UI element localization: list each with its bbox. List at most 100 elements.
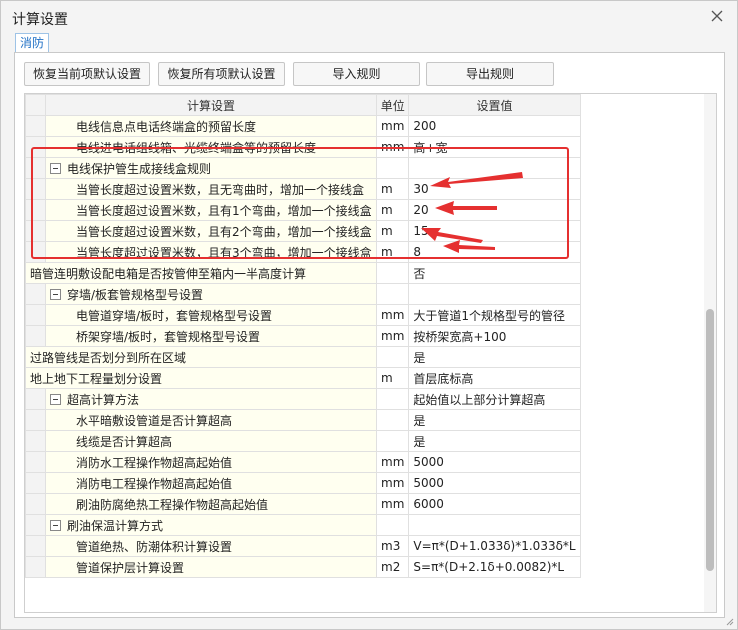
row-unit: mm	[375, 493, 410, 515]
table-row[interactable]: 地上地下工程量划分设置 m 首层底标高	[25, 367, 581, 389]
row-name: 管道保护层计算设置	[45, 556, 377, 578]
row-value[interactable]: 5000	[408, 472, 581, 494]
row-name: 管道绝热、防潮体积计算设置	[45, 535, 377, 557]
row-name: 刷油防腐绝热工程操作物超高起始值	[45, 493, 377, 515]
table-row-group[interactable]: 电线保护管生成接线盒规则	[25, 157, 581, 179]
table-row[interactable]: 管道绝热、防潮体积计算设置 m3 V=π*(D+1.033δ)*1.033δ*L	[25, 535, 581, 557]
row-value[interactable]: 15	[408, 220, 581, 242]
row-name: 地上地下工程量划分设置	[25, 367, 377, 389]
table-row[interactable]: 线缆是否计算超高 是	[25, 430, 581, 452]
row-value[interactable]: 大于管道1个规格型号的管径	[408, 304, 581, 326]
table-row[interactable]: 刷油防腐绝热工程操作物超高起始值 mm 6000	[25, 493, 581, 515]
row-unit: mm	[375, 115, 410, 137]
row-name: 当管长度超过设置米数，且无弯曲时，增加一个接线盒	[45, 178, 377, 200]
table-row[interactable]: 电管道穿墙/板时，套管规格型号设置 mm 大于管道1个规格型号的管径	[25, 304, 581, 326]
row-unit	[375, 262, 410, 284]
collapse-icon[interactable]	[50, 162, 61, 174]
settings-panel: 恢复当前项默认设置 恢复所有项默认设置 导入规则 导出规则 计算设置 单位 设置…	[14, 52, 725, 618]
row-group-label: 刷油保温计算方式	[67, 518, 164, 533]
close-button[interactable]	[709, 8, 725, 24]
tab-fire-protection[interactable]: 消防	[15, 33, 49, 52]
restore-all-default-button[interactable]: 恢复所有项默认设置	[158, 62, 285, 86]
row-value[interactable]: 8	[408, 241, 581, 263]
table-row[interactable]: 桥架穿墙/板时，套管规格型号设置 mm 按桥架宽高+100	[25, 325, 581, 347]
table-row[interactable]: 当管长度超过设置米数，且有1个弯曲，增加一个接线盒 m 20	[25, 199, 581, 221]
table-row[interactable]: 当管长度超过设置米数，且有2个弯曲，增加一个接线盒 m 15	[25, 220, 581, 242]
table-row[interactable]: 水平暗敷设管道是否计算超高 是	[25, 409, 581, 431]
row-unit	[375, 283, 410, 305]
row-name: 当管长度超过设置米数，且有3个弯曲，增加一个接线盒	[45, 241, 377, 263]
title-bar: 计算设置	[1, 1, 737, 31]
row-unit	[375, 388, 410, 410]
row-value[interactable]: 起始值以上部分计算超高	[408, 388, 581, 410]
row-value[interactable]: 是	[408, 346, 581, 368]
row-value[interactable]: 按桥架宽高+100	[408, 325, 581, 347]
table-row[interactable]: 电线进电话组线箱、光缆终端盒等的预留长度 mm 高+宽	[25, 136, 581, 158]
table-header-row: 计算设置 单位 设置值	[25, 94, 581, 116]
restore-current-default-button[interactable]: 恢复当前项默认设置	[24, 62, 150, 86]
column-header-unit: 单位	[375, 94, 410, 116]
table-row[interactable]: 暗管连明敷设配电箱是否按管伸至箱内一半高度计算 否	[25, 262, 581, 284]
row-unit: m2	[375, 556, 410, 578]
table-row[interactable]: 电线信息点电话终端盒的预留长度 mm 200	[25, 115, 581, 137]
table-row-group[interactable]: 穿墙/板套管规格型号设置	[25, 283, 581, 305]
row-unit: mm	[375, 451, 410, 473]
row-value[interactable]: 否	[408, 262, 581, 284]
row-name: 暗管连明敷设配电箱是否按管伸至箱内一半高度计算	[25, 262, 377, 284]
row-unit	[375, 409, 410, 431]
table-row[interactable]: 管道保护层计算设置 m2 S=π*(D+2.1δ+0.0082)*L	[25, 556, 581, 578]
row-unit	[375, 346, 410, 368]
row-value[interactable]: 6000	[408, 493, 581, 515]
collapse-icon[interactable]	[50, 288, 61, 300]
row-group-name: 刷油保温计算方式	[45, 514, 377, 536]
row-unit: m	[375, 199, 410, 221]
row-group-name: 穿墙/板套管规格型号设置	[45, 283, 377, 305]
table-row[interactable]: 消防水工程操作物超高起始值 mm 5000	[25, 451, 581, 473]
row-value[interactable]: 30	[408, 178, 581, 200]
row-value[interactable]: 5000	[408, 451, 581, 473]
row-value[interactable]: 是	[408, 430, 581, 452]
row-unit	[375, 157, 410, 179]
collapse-icon[interactable]	[50, 519, 61, 531]
column-header-value: 设置值	[408, 94, 581, 116]
row-group-label: 穿墙/板套管规格型号设置	[67, 287, 204, 302]
row-unit: m3	[375, 535, 410, 557]
row-value	[408, 157, 581, 179]
row-name: 当管长度超过设置米数，且有1个弯曲，增加一个接线盒	[45, 199, 377, 221]
row-value[interactable]: 高+宽	[408, 136, 581, 158]
row-value	[408, 514, 581, 536]
dialog-title: 计算设置	[12, 12, 68, 28]
table-row[interactable]: 当管长度超过设置米数，且无弯曲时，增加一个接线盒 m 30	[25, 178, 581, 200]
row-name: 电线信息点电话终端盒的预留长度	[45, 115, 377, 137]
row-name: 过路管线是否划分到所在区域	[25, 346, 377, 368]
row-group-name: 电线保护管生成接线盒规则	[45, 157, 377, 179]
table-row-group[interactable]: 刷油保温计算方式	[25, 514, 581, 536]
import-rules-button[interactable]: 导入规则	[293, 62, 420, 86]
export-rules-button[interactable]: 导出规则	[426, 62, 554, 86]
row-value[interactable]: 是	[408, 409, 581, 431]
settings-table: 计算设置 单位 设置值 电线信息点电话终端盒的预留长度 mm 200 电线进电话	[25, 94, 581, 578]
table-row-group[interactable]: 超高计算方法 起始值以上部分计算超高	[25, 388, 581, 410]
row-unit	[375, 430, 410, 452]
row-value	[408, 283, 581, 305]
row-name: 电线进电话组线箱、光缆终端盒等的预留长度	[45, 136, 377, 158]
row-name: 电管道穿墙/板时，套管规格型号设置	[45, 304, 377, 326]
table-row[interactable]: 当管长度超过设置米数，且有3个弯曲，增加一个接线盒 m 8	[25, 241, 581, 263]
row-name: 线缆是否计算超高	[45, 430, 377, 452]
row-value[interactable]: V=π*(D+1.033δ)*1.033δ*L	[408, 535, 581, 557]
row-value[interactable]: 20	[408, 199, 581, 221]
collapse-icon[interactable]	[50, 393, 61, 405]
row-value[interactable]: S=π*(D+2.1δ+0.0082)*L	[408, 556, 581, 578]
row-group-label: 电线保护管生成接线盒规则	[67, 161, 212, 176]
header-gutter	[25, 94, 46, 116]
column-header-name: 计算设置	[45, 94, 377, 116]
row-name: 水平暗敷设管道是否计算超高	[45, 409, 377, 431]
table-row[interactable]: 过路管线是否划分到所在区域 是	[25, 346, 581, 368]
vertical-scrollbar[interactable]	[704, 94, 716, 612]
row-value[interactable]: 首层底标高	[408, 367, 581, 389]
resize-grip-icon[interactable]	[724, 616, 734, 626]
scrollbar-thumb[interactable]	[706, 309, 714, 571]
row-value[interactable]: 200	[408, 115, 581, 137]
row-name: 消防水工程操作物超高起始值	[45, 451, 377, 473]
table-row[interactable]: 消防电工程操作物超高起始值 mm 5000	[25, 472, 581, 494]
